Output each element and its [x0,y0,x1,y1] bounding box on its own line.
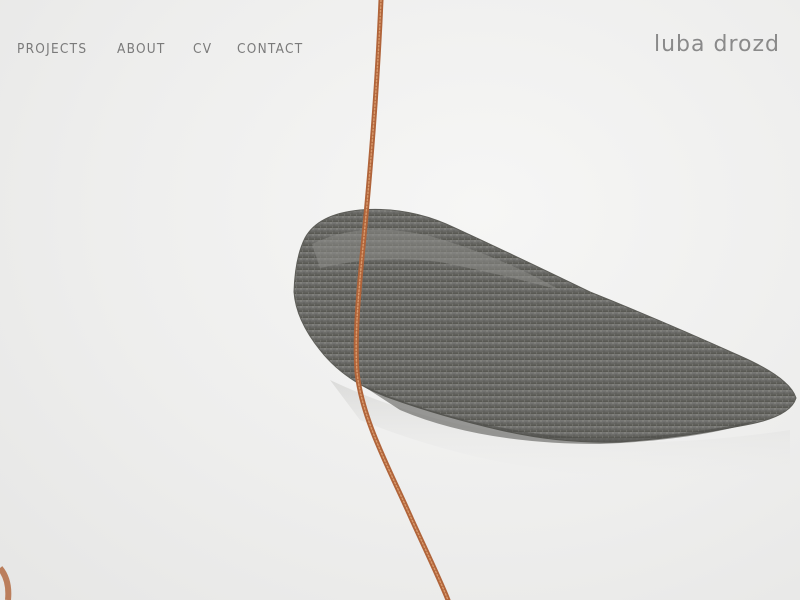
main-nav: PROJECTS ABOUT CV CONTACT [17,40,310,58]
nav-cv-link[interactable]: CV [193,40,212,58]
hero-image [0,0,800,600]
nav-contact-link[interactable]: CONTACT [237,40,303,58]
nav-about-link[interactable]: ABOUT [117,40,166,58]
artwork-photo [0,0,797,600]
nav-projects-link[interactable]: PROJECTS [17,40,87,58]
site-title-link[interactable]: luba drozd [654,31,780,59]
